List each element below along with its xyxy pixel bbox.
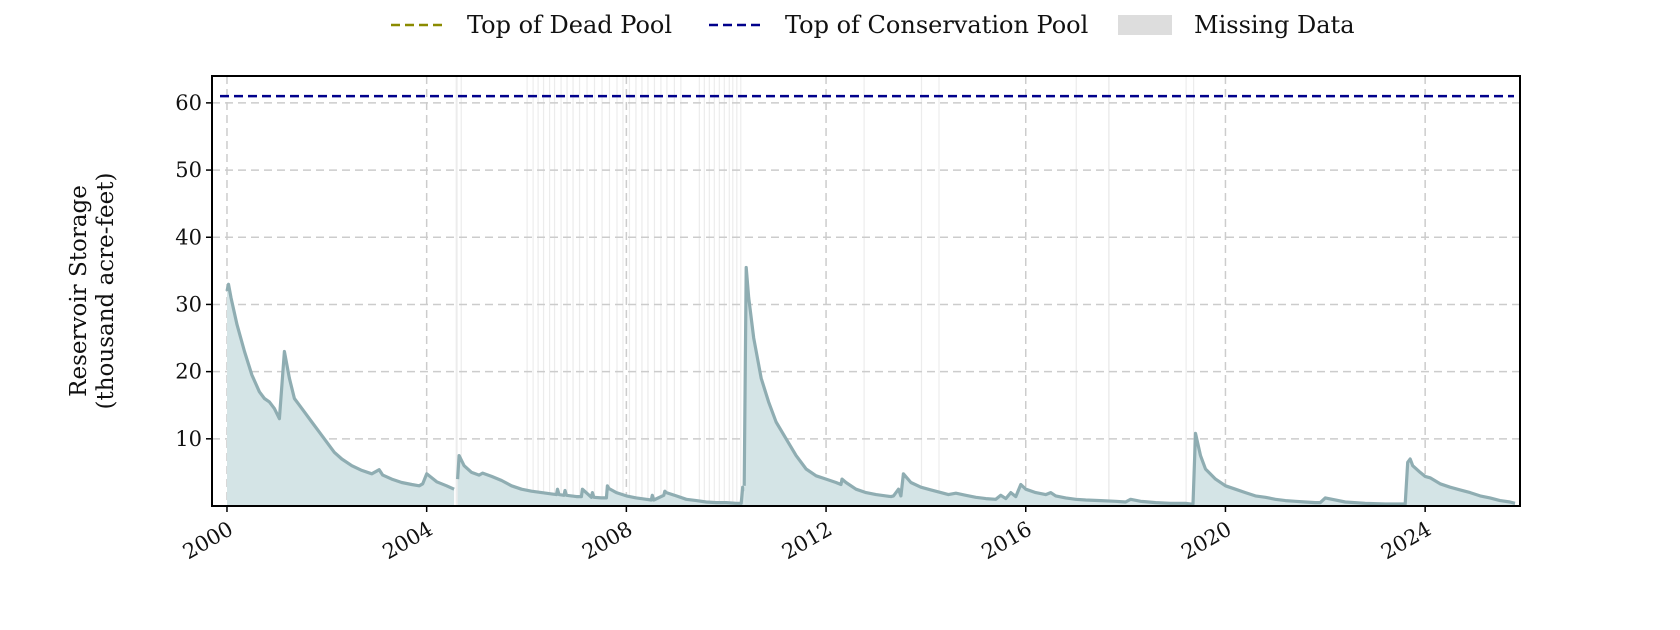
missing-data-band bbox=[526, 76, 528, 506]
y-tick-label: 50 bbox=[175, 158, 202, 182]
missing-data-band bbox=[647, 76, 649, 506]
x-tick-label: 2004 bbox=[378, 517, 436, 565]
missing-data-band bbox=[455, 76, 458, 506]
y-axis-label-line-2: (thousand acre-feet) bbox=[93, 173, 119, 410]
y-tick-label: 40 bbox=[175, 225, 202, 249]
x-tick-label: 2012 bbox=[778, 517, 836, 565]
y-tick-label: 20 bbox=[175, 360, 202, 384]
missing-data-band bbox=[723, 76, 725, 506]
missing-data-band bbox=[680, 76, 682, 506]
missing-data-band bbox=[560, 76, 562, 506]
y-axis-label-line-1: Reservoir Storage bbox=[66, 185, 92, 397]
x-tick-label: 2008 bbox=[578, 517, 636, 565]
storage-area-fill bbox=[744, 267, 1515, 506]
missing-data-band bbox=[736, 76, 738, 506]
missing-data-band bbox=[708, 76, 710, 506]
missing-data-band bbox=[653, 76, 656, 506]
missing-data-band bbox=[938, 76, 940, 506]
missing-data-band bbox=[572, 76, 574, 506]
missing-data-band bbox=[635, 76, 637, 506]
missing-data-band bbox=[616, 76, 618, 506]
storage-line bbox=[742, 265, 1516, 506]
missing-data-band bbox=[542, 76, 545, 506]
missing-data-band bbox=[1075, 76, 1077, 506]
missing-data-band bbox=[601, 76, 603, 506]
missing-data-band bbox=[622, 76, 624, 506]
x-tick-label: 2000 bbox=[179, 517, 237, 565]
missing-data-band bbox=[548, 76, 551, 506]
y-tick-label: 10 bbox=[175, 427, 202, 451]
missing-data-band bbox=[718, 76, 720, 506]
missing-data-band bbox=[666, 76, 668, 506]
missing-data-band bbox=[593, 76, 596, 506]
missing-data-band bbox=[660, 76, 662, 506]
missing-data-band bbox=[628, 76, 631, 506]
missing-data-band bbox=[728, 76, 730, 506]
plot-frame bbox=[211, 75, 1521, 507]
missing-data-band bbox=[673, 76, 675, 506]
missing-data-band bbox=[460, 76, 462, 506]
storage-chart: 10 20 30 40 50 60 2000 2004 2008 2012 2016 2020 2024… bbox=[66, 75, 1521, 565]
missing-data-band bbox=[578, 76, 581, 506]
missing-data-band bbox=[703, 76, 705, 506]
missing-data-band bbox=[608, 76, 611, 506]
missing-data-band bbox=[641, 76, 643, 506]
x-tick-label: 2016 bbox=[978, 517, 1036, 565]
storage-area-layer bbox=[225, 265, 1516, 506]
missing-data-band bbox=[732, 76, 734, 506]
missing-data-layer bbox=[455, 76, 1195, 506]
missing-data-band bbox=[863, 76, 865, 506]
x-tick-label: 2020 bbox=[1177, 517, 1235, 565]
missing-data-band bbox=[920, 76, 923, 506]
missing-data-band bbox=[586, 76, 588, 506]
missing-data-band bbox=[740, 76, 742, 506]
missing-data-band bbox=[1108, 76, 1110, 506]
y-tick-label: 30 bbox=[175, 292, 202, 316]
grid-layer bbox=[212, 76, 1520, 506]
missing-data-band bbox=[553, 76, 556, 506]
missing-data-band bbox=[713, 76, 715, 506]
missing-data-band bbox=[537, 76, 539, 506]
x-tick-label: 2024 bbox=[1377, 517, 1435, 565]
missing-data-band bbox=[566, 76, 568, 506]
y-tick-label: 60 bbox=[175, 91, 202, 115]
missing-data-band bbox=[532, 76, 534, 506]
missing-data-band bbox=[1185, 76, 1187, 506]
missing-data-band bbox=[698, 76, 700, 506]
